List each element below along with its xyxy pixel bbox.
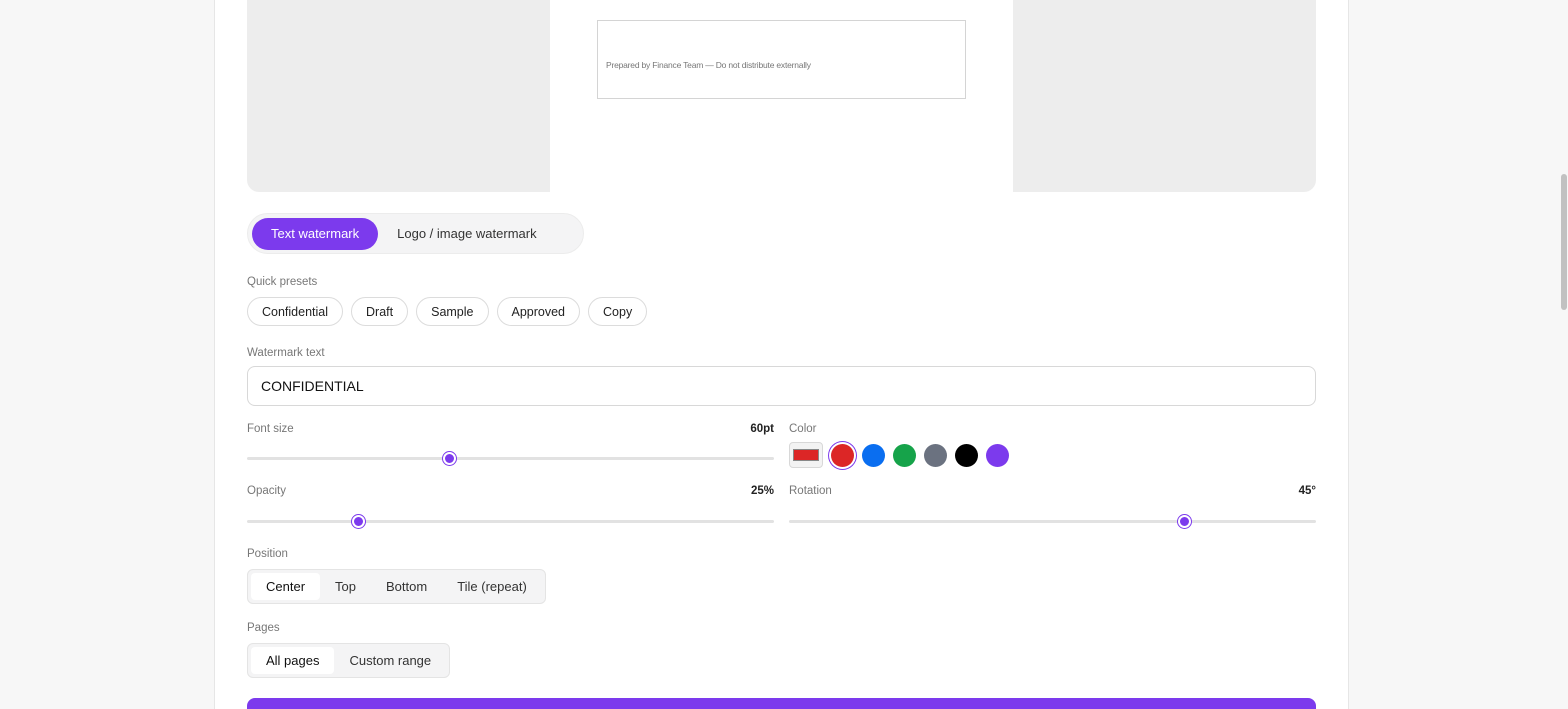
rotation-slider-thumb[interactable] — [1178, 515, 1192, 528]
position-top-option[interactable]: Top — [320, 573, 371, 600]
quick-presets: Confidential Draft Sample Approved Copy — [247, 297, 648, 326]
color-swatch-green[interactable] — [893, 443, 916, 467]
position-label: Position — [247, 548, 288, 560]
position-tile-option[interactable]: Tile (repeat) — [442, 573, 542, 600]
document-preview: Prepared by Finance Team — Do not distri… — [247, 0, 1316, 192]
color-label: Color — [789, 423, 817, 435]
rotation-label: Rotation — [789, 485, 832, 497]
font-size-slider-thumb[interactable] — [442, 452, 456, 465]
font-size-value: 60pt — [750, 423, 774, 435]
rotation-slider[interactable] — [789, 514, 1316, 528]
opacity-slider-track — [247, 520, 774, 523]
color-picker-fill — [793, 449, 819, 461]
position-center-option[interactable]: Center — [251, 573, 321, 600]
font-size-slider-track — [247, 457, 774, 460]
opacity-label: Opacity — [247, 485, 286, 497]
preset-approved-button[interactable]: Approved — [496, 297, 581, 326]
color-swatch-purple[interactable] — [986, 443, 1009, 467]
color-picker-button[interactable] — [789, 442, 823, 468]
color-swatch-red[interactable] — [831, 443, 854, 467]
watermark-text-input[interactable] — [247, 366, 1316, 406]
position-bottom-option[interactable]: Bottom — [371, 573, 442, 600]
pages-segmented-control: All pages Custom range — [247, 643, 451, 678]
color-swatch-gray[interactable] — [924, 443, 947, 467]
opacity-slider[interactable] — [247, 514, 774, 528]
watermark-type-tabs: Text watermark Logo / image watermark — [247, 213, 584, 254]
font-size-slider[interactable] — [247, 451, 774, 465]
preset-confidential-button[interactable]: Confidential — [247, 297, 344, 326]
preset-sample-button[interactable]: Sample — [416, 297, 489, 326]
preview-footer-text: Prepared by Finance Team — Do not distri… — [606, 60, 811, 70]
pages-label: Pages — [247, 622, 280, 634]
font-size-label: Font size — [247, 423, 294, 435]
rotation-slider-track — [789, 520, 1316, 523]
opacity-slider-thumb[interactable] — [351, 515, 365, 528]
apply-watermark-button[interactable] — [247, 698, 1316, 709]
watermark-text-label: Watermark text — [247, 347, 325, 359]
opacity-value: 25% — [750, 485, 774, 497]
preview-footer-box: Prepared by Finance Team — Do not distri… — [597, 20, 966, 99]
tab-text-watermark[interactable]: Text watermark — [252, 217, 379, 250]
quick-presets-label: Quick presets — [247, 276, 318, 288]
preset-copy-button[interactable]: Copy — [588, 297, 648, 326]
tab-logo-watermark[interactable]: Logo / image watermark — [378, 218, 555, 250]
scrollbar-handle[interactable] — [1561, 174, 1567, 310]
rotation-value: 45° — [1298, 485, 1316, 497]
position-segmented-control: Center Top Bottom Tile (repeat) — [247, 569, 546, 604]
preset-draft-button[interactable]: Draft — [351, 297, 409, 326]
color-swatches — [789, 442, 1009, 468]
page-scrollbar[interactable] — [1560, 0, 1568, 709]
preview-page: Prepared by Finance Team — Do not distri… — [550, 0, 1013, 192]
color-swatch-blue[interactable] — [862, 443, 885, 467]
color-swatch-black[interactable] — [955, 443, 978, 467]
pages-all-option[interactable]: All pages — [251, 647, 335, 674]
pages-custom-range-option[interactable]: Custom range — [334, 647, 446, 674]
